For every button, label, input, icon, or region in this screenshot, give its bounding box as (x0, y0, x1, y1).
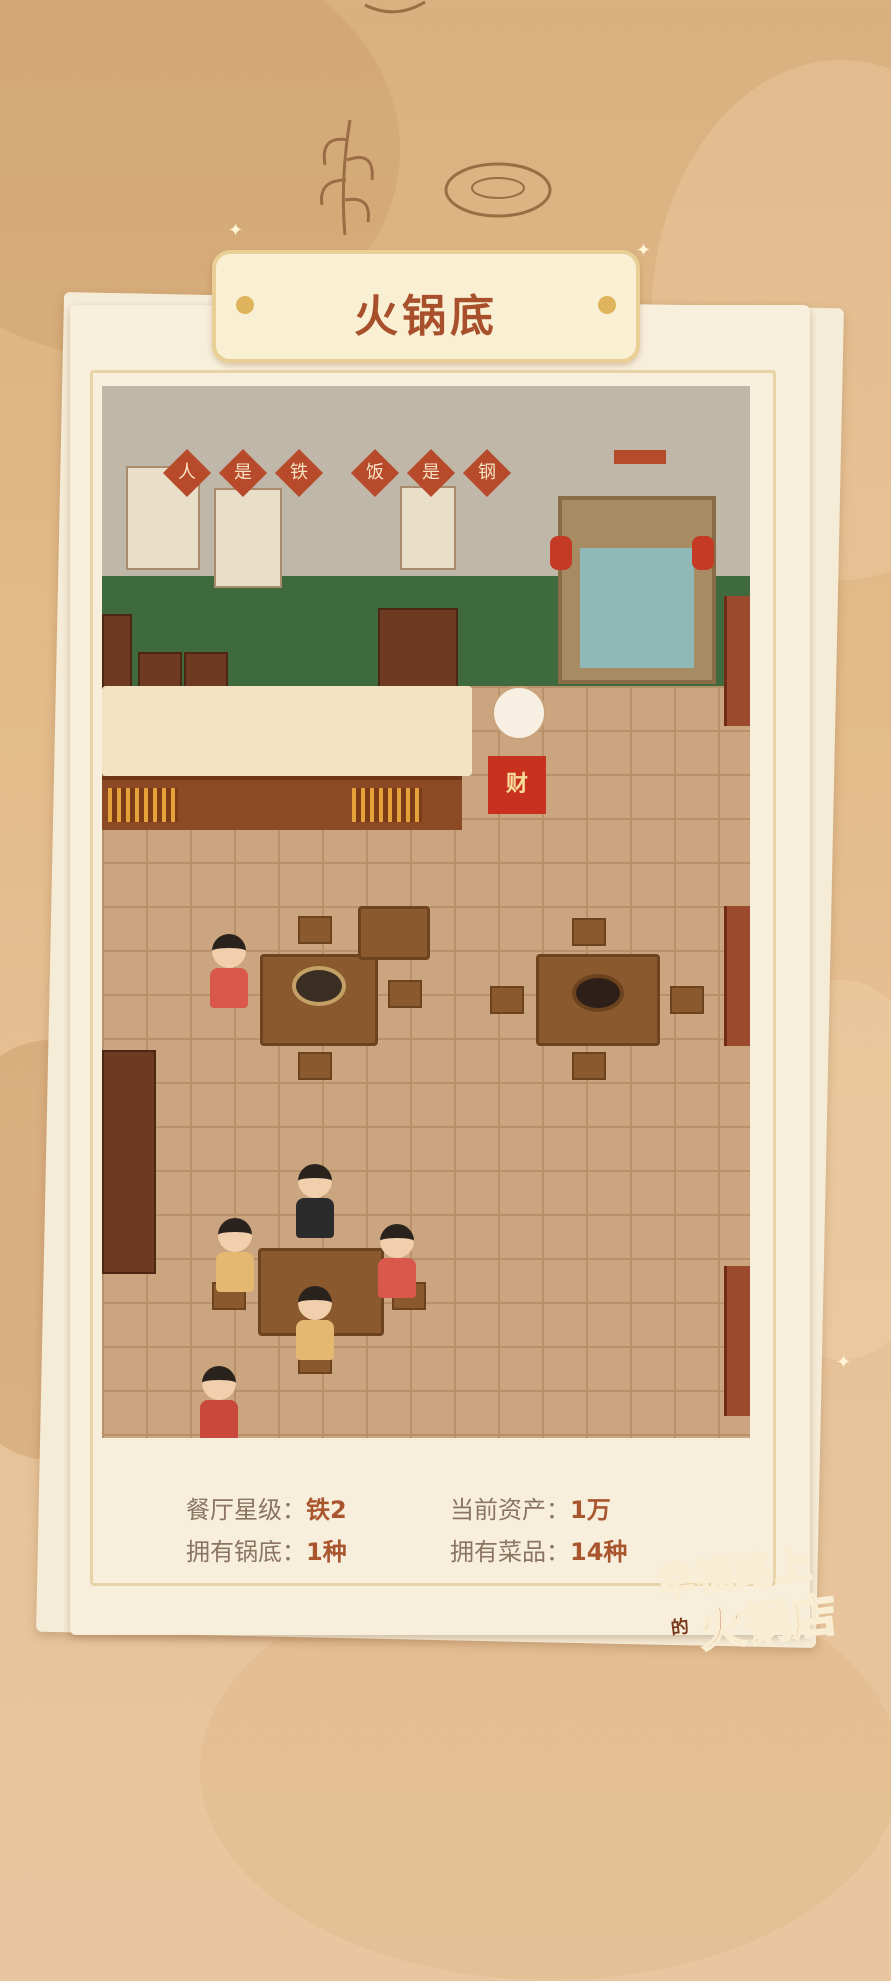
slogan-diamond: 铁 (274, 448, 324, 498)
customer[interactable] (216, 1218, 254, 1292)
star-level-value: 铁2 (306, 1496, 347, 1524)
stool (298, 916, 332, 944)
cashier-box[interactable]: 财 (488, 756, 546, 814)
waitress[interactable] (200, 1366, 238, 1438)
game-logo: 幸福路上 的 火锅店 (653, 1541, 840, 1659)
door-curtain (580, 548, 694, 668)
stool (490, 986, 524, 1014)
stool (388, 980, 422, 1008)
assets-value: 1万 (570, 1496, 611, 1524)
pillar (724, 596, 750, 726)
kitchen-door[interactable] (558, 450, 716, 684)
wall-poster (400, 486, 456, 570)
customer[interactable] (378, 1224, 416, 1298)
customer[interactable] (296, 1164, 334, 1238)
page-title: 火锅底 (354, 291, 498, 342)
pots-stat: 拥有锅底：1种 (186, 1538, 347, 1566)
slogan-diamond: 钢 (462, 448, 512, 498)
pots-value: 1种 (306, 1538, 347, 1566)
bench (358, 906, 430, 960)
star-level-stat: 餐厅星级：铁2 (186, 1496, 347, 1524)
service-counter[interactable] (102, 686, 472, 776)
customer[interactable] (296, 1286, 334, 1360)
wall-poster (214, 488, 282, 588)
dishes-value: 14种 (570, 1538, 628, 1566)
condiment-table[interactable] (102, 1050, 156, 1274)
lantern-icon (550, 536, 572, 570)
slogan-diamond: 饭 (350, 448, 400, 498)
stool (572, 1052, 606, 1080)
slogan-diamond: 是 (218, 448, 268, 498)
customer[interactable] (210, 934, 248, 1008)
lantern-icon (692, 536, 714, 570)
door-sign (614, 450, 666, 464)
dishes-stat: 拥有菜品：14种 (450, 1538, 628, 1566)
sparkle-icon: ✦ (228, 220, 244, 241)
slogan-diamond: 是 (406, 448, 456, 498)
stool (298, 1052, 332, 1080)
slogan-diamond: 人 (162, 448, 212, 498)
title-plate: 火锅底 (212, 250, 640, 363)
sparkle-icon: ✦ (636, 240, 652, 261)
leaf-doodle-icon (320, 119, 374, 236)
lucky-cat-icon (492, 686, 546, 740)
hotpot-icon (292, 966, 346, 1006)
mushroom-doodle-icon (444, 162, 552, 218)
restaurant-scene[interactable]: 人 是 铁 饭 是 钢 财 (102, 386, 750, 1438)
pillar (724, 906, 750, 1046)
sparkle-icon: ✦ (836, 1352, 852, 1373)
pillar (724, 1266, 750, 1416)
stool (670, 986, 704, 1014)
assets-stat: 当前资产：1万 (450, 1496, 611, 1524)
stool (572, 918, 606, 946)
empty-pot-hole (572, 974, 624, 1012)
counter-front (102, 776, 462, 830)
doodle-icon (364, 0, 426, 14)
